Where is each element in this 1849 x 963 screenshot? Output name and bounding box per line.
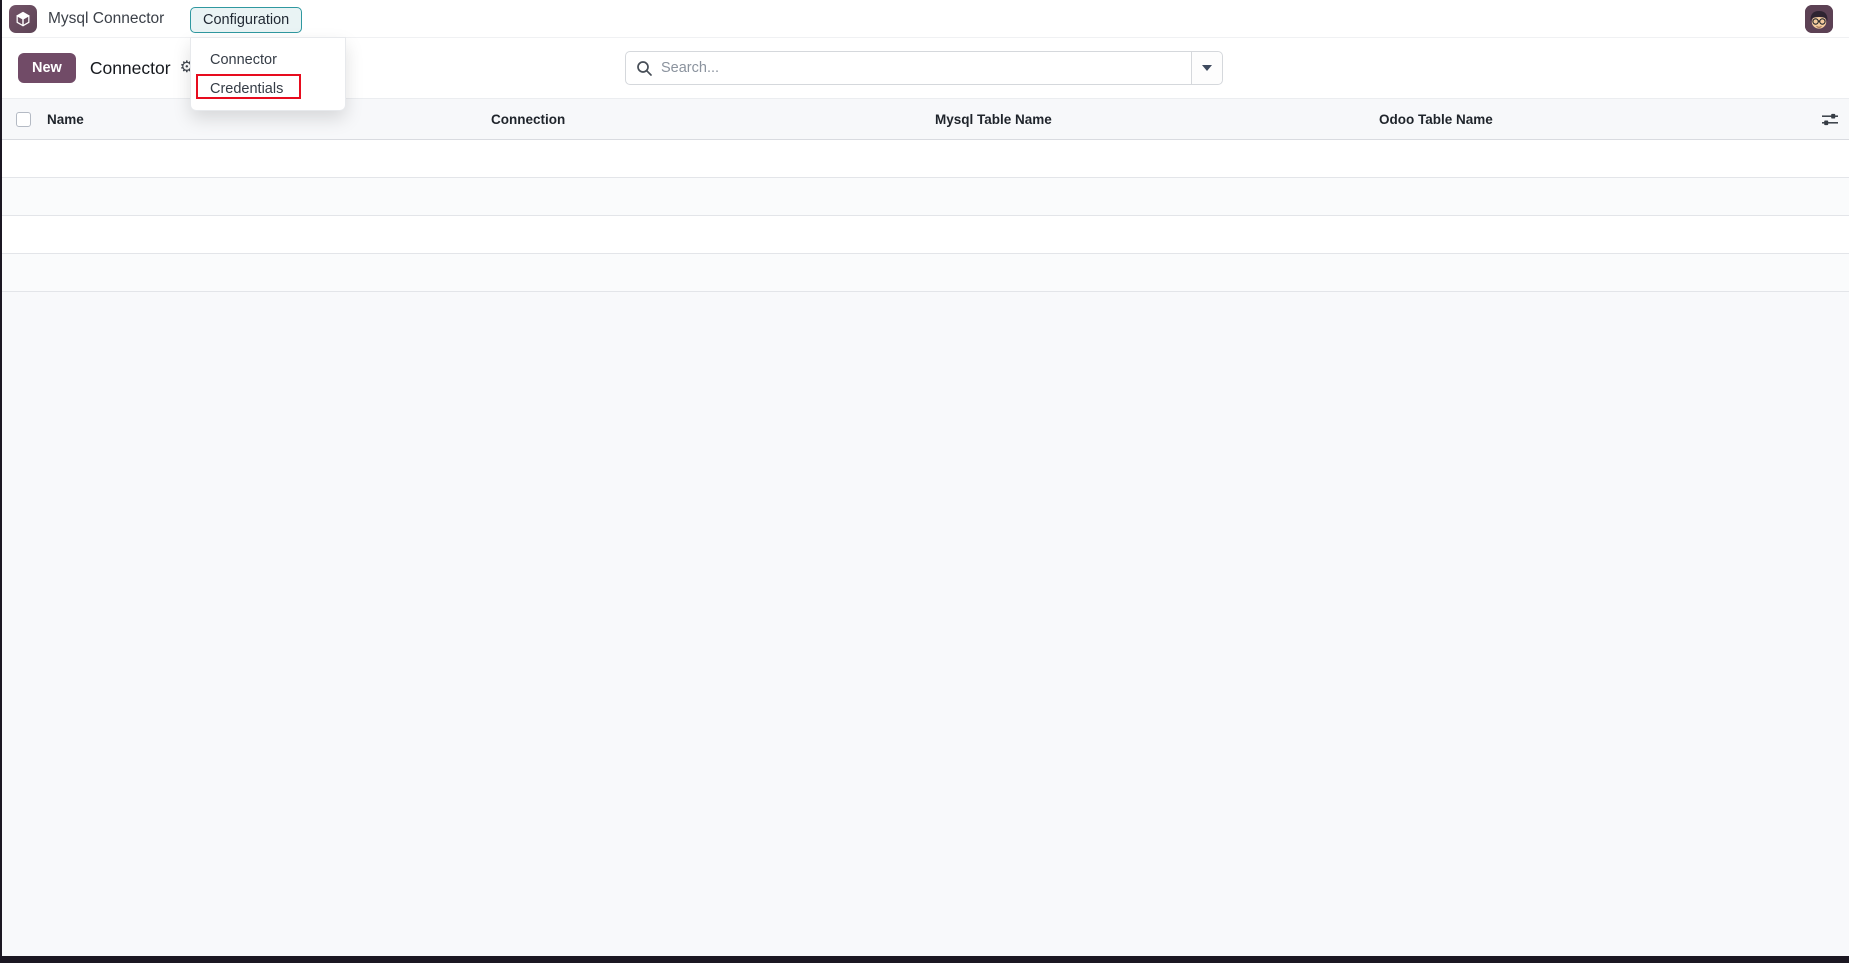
table-row	[0, 254, 1849, 292]
window-left-edge	[0, 0, 2, 963]
menu-item-connector[interactable]: Connector	[191, 45, 345, 74]
configuration-dropdown-menu: Connector Credentials	[190, 37, 346, 111]
menu-configuration[interactable]: Configuration	[190, 7, 303, 33]
menu-item-credentials[interactable]: Credentials	[191, 74, 345, 103]
search-filters-toggle[interactable]	[1191, 52, 1222, 84]
window-bottom-edge	[0, 956, 1849, 963]
column-header-mysql-table-name[interactable]: Mysql Table Name	[935, 112, 1379, 127]
app-name: Mysql Connector	[48, 9, 165, 27]
app-cube-icon	[9, 4, 37, 33]
breadcrumb-title: Connector	[89, 57, 171, 78]
table-body	[0, 140, 1849, 292]
user-avatar[interactable]	[1805, 5, 1833, 33]
top-navbar: Mysql Connector Configuration	[0, 0, 1849, 38]
search-icon	[636, 60, 653, 77]
optional-columns-icon[interactable]	[1811, 112, 1849, 127]
new-button[interactable]: New	[18, 53, 76, 83]
table-row	[0, 140, 1849, 178]
caret-down-icon	[1202, 65, 1212, 71]
odoo-window: Mysql Connector Configuration New Connec…	[0, 0, 1849, 963]
select-all-checkbox[interactable]	[16, 111, 31, 127]
column-header-name[interactable]: Name	[47, 112, 491, 127]
search-bar	[625, 51, 1223, 85]
app-home-button[interactable]: Mysql Connector	[9, 4, 165, 33]
table-row	[0, 178, 1849, 216]
column-header-odoo-table-name[interactable]: Odoo Table Name	[1379, 112, 1811, 127]
column-header-connection[interactable]: Connection	[491, 112, 935, 127]
table-row	[0, 216, 1849, 254]
search-input[interactable]	[653, 52, 1191, 84]
